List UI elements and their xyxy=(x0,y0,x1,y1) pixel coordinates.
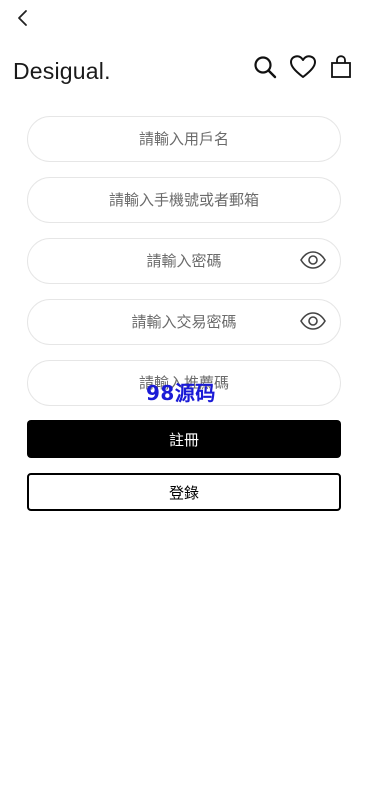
wishlist-button[interactable] xyxy=(290,55,316,83)
phone-email-field-wrapper xyxy=(27,177,341,223)
username-field-wrapper xyxy=(27,116,341,162)
trade-password-visibility-toggle[interactable] xyxy=(300,311,326,335)
header: Desigual. xyxy=(0,50,368,94)
chevron-left-icon xyxy=(15,8,29,32)
username-input[interactable] xyxy=(28,117,340,161)
eye-icon xyxy=(300,251,326,273)
password-field-wrapper xyxy=(27,238,341,284)
register-form xyxy=(27,116,341,421)
brand-logo[interactable]: Desigual. xyxy=(13,58,111,85)
register-button[interactable]: 註冊 xyxy=(27,420,341,458)
referral-code-input[interactable] xyxy=(28,361,340,405)
header-icons xyxy=(252,55,354,83)
phone-email-input[interactable] xyxy=(28,178,340,222)
cart-button[interactable] xyxy=(328,55,354,83)
password-visibility-toggle[interactable] xyxy=(300,250,326,274)
eye-icon xyxy=(300,312,326,334)
trade-password-input[interactable] xyxy=(28,300,340,344)
search-button[interactable] xyxy=(252,56,278,82)
referral-code-field-wrapper xyxy=(27,360,341,406)
login-button[interactable]: 登錄 xyxy=(27,473,341,511)
back-button[interactable] xyxy=(10,8,34,32)
search-icon xyxy=(253,55,277,83)
shopping-bag-icon xyxy=(330,55,352,83)
password-input[interactable] xyxy=(28,239,340,283)
heart-icon xyxy=(290,55,316,83)
trade-password-field-wrapper xyxy=(27,299,341,345)
top-bar xyxy=(0,0,368,40)
